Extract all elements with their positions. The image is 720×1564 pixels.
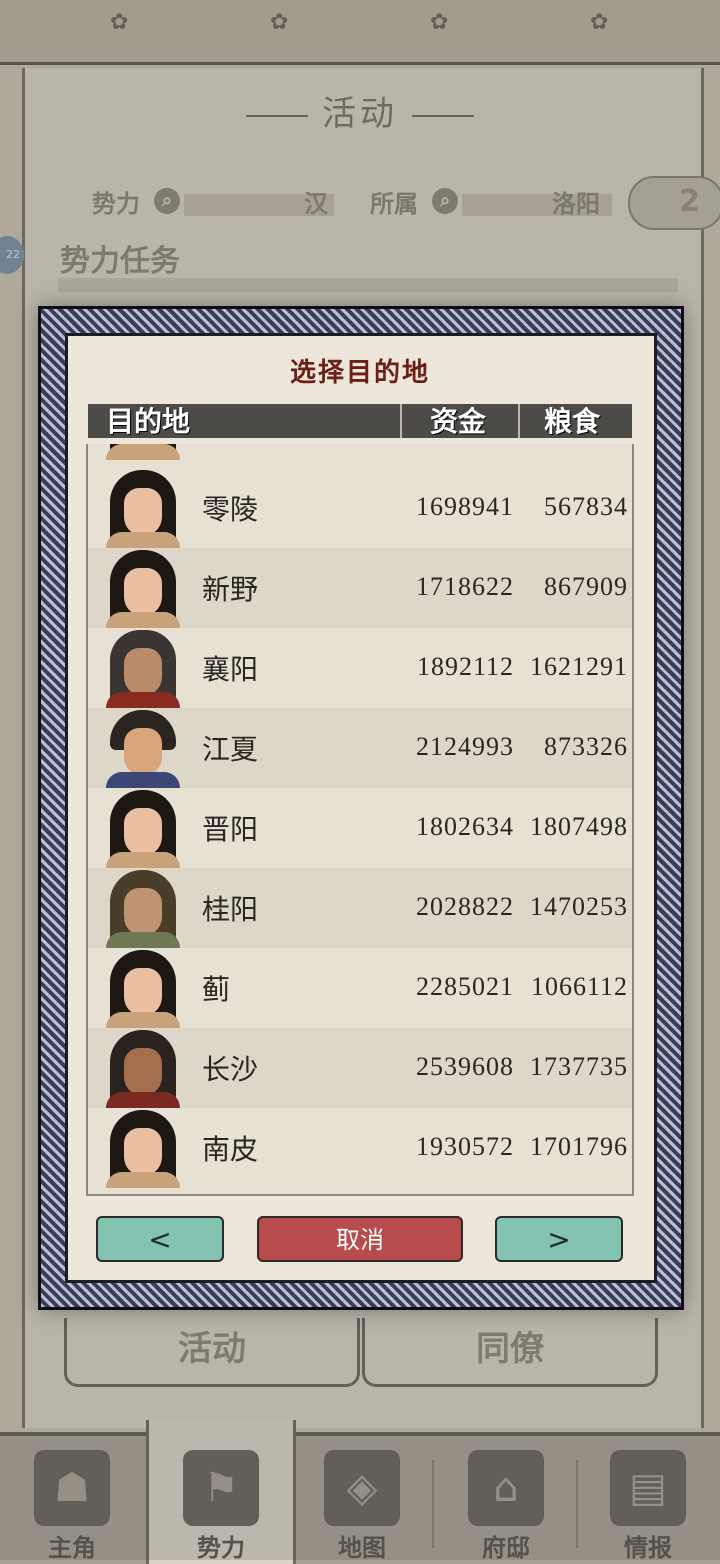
row-funds: 1930572: [416, 1132, 514, 1161]
row-grain: 1621291: [530, 652, 628, 681]
row-grain: 567834: [544, 492, 628, 521]
row-grain: 1807498: [530, 812, 628, 841]
row-funds: 2124993: [416, 732, 514, 761]
cancel-button[interactable]: 取消: [257, 1216, 463, 1262]
destination-row[interactable]: 长沙 2539608 1737735: [88, 1028, 632, 1108]
col-grain: 粮食: [544, 405, 601, 438]
portrait-avatar: [102, 630, 184, 708]
row-city: 新野: [202, 573, 259, 606]
row-funds: 1698941: [416, 492, 514, 521]
row-funds: 1892112: [416, 652, 514, 681]
row-grain: 867909: [544, 572, 628, 601]
row-city: 零陵: [202, 493, 259, 526]
row-grain: 1066112: [530, 972, 628, 1001]
row-city: 桂阳: [202, 893, 259, 926]
portrait-avatar: [102, 710, 184, 788]
row-city: 江夏: [202, 733, 259, 766]
destination-list[interactable]: 零陵 1698941 567834 新野 1718622 867909 襄阳 1…: [86, 444, 634, 1196]
destination-row[interactable]: 南皮 1930572 1701796: [88, 1108, 632, 1188]
row-grain: 1737735: [530, 1052, 628, 1081]
portrait-avatar: [102, 1110, 184, 1188]
portrait-avatar: [102, 870, 184, 948]
destination-row[interactable]: 襄阳 1892112 1621291: [88, 628, 632, 708]
destination-row[interactable]: 零陵 1698941 567834: [88, 468, 632, 548]
row-funds: 2539608: [416, 1052, 514, 1081]
list-row-partial: [88, 444, 632, 460]
destination-row[interactable]: 新野 1718622 867909: [88, 548, 632, 628]
portrait-avatar: [102, 1030, 184, 1108]
row-funds: 1718622: [416, 572, 514, 601]
portrait-avatar: [102, 444, 184, 460]
prev-page-button[interactable]: <: [96, 1216, 224, 1262]
portrait-avatar: [102, 790, 184, 868]
destination-row[interactable]: 晋阳 1802634 1807498: [88, 788, 632, 868]
row-funds: 2285021: [416, 972, 514, 1001]
col-destination: 目的地: [106, 405, 191, 438]
row-funds: 2028822: [416, 892, 514, 921]
row-grain: 1470253: [530, 892, 628, 921]
col-divider: [518, 404, 520, 438]
row-city: 长沙: [202, 1053, 259, 1086]
dialog-title: 选择目的地: [289, 358, 430, 388]
row-city: 晋阳: [202, 813, 259, 846]
row-funds: 1802634: [416, 812, 514, 841]
destination-row[interactable]: 蓟 2285021 1066112: [88, 948, 632, 1028]
col-divider: [400, 404, 402, 438]
portrait-avatar: [102, 550, 184, 628]
row-city: 蓟: [202, 973, 231, 1006]
portrait-avatar: [102, 470, 184, 548]
col-funds: 资金: [430, 405, 487, 438]
destination-row[interactable]: 桂阳 2028822 1470253: [88, 868, 632, 948]
row-city: 南皮: [202, 1133, 259, 1166]
portrait-avatar: [102, 950, 184, 1028]
row-grain: 873326: [544, 732, 628, 761]
row-city: 襄阳: [202, 653, 259, 686]
table-header: 目的地 资金 粮食: [88, 404, 632, 438]
next-page-button[interactable]: >: [495, 1216, 623, 1262]
destination-row[interactable]: 江夏 2124993 873326: [88, 708, 632, 788]
row-grain: 1701796: [530, 1132, 628, 1161]
